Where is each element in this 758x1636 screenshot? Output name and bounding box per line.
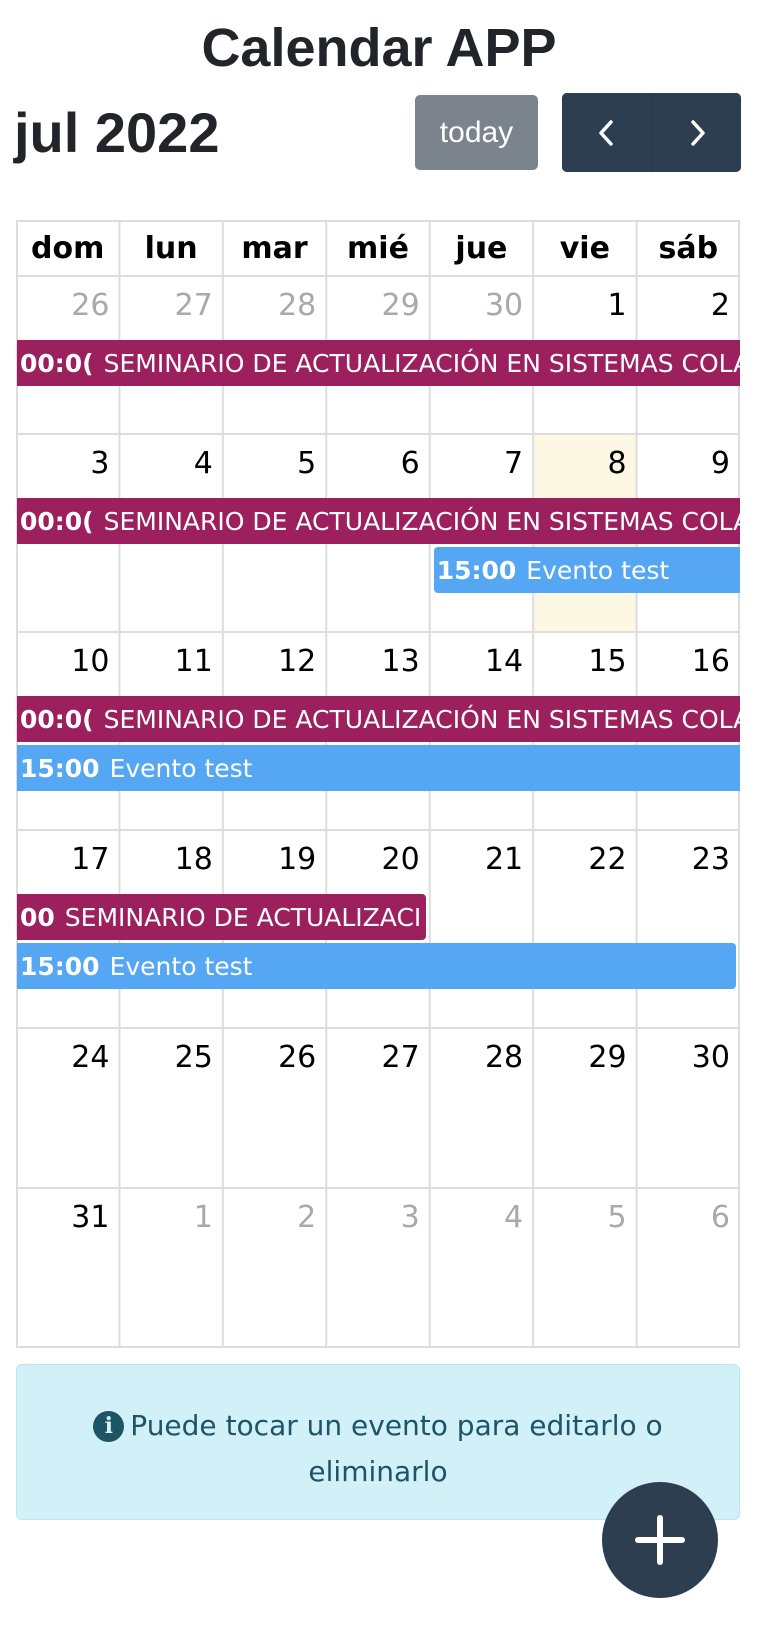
day-number[interactable]: 23 — [637, 842, 730, 878]
day-number[interactable]: 6 — [326, 446, 420, 482]
month-title: jul 2022 — [14, 101, 220, 164]
day-number[interactable]: 10 — [16, 644, 109, 680]
day-number[interactable]: 27 — [119, 288, 213, 324]
event-time: 15:00 — [20, 753, 100, 783]
plus-icon — [635, 1515, 685, 1565]
today-button[interactable]: today — [415, 95, 538, 170]
info-text: Puede tocar un evento para editarlo o el… — [130, 1409, 663, 1488]
calendar-event[interactable]: 00:0( SEMINARIO DE ACTUALIZACIÓN EN SISTE… — [17, 340, 740, 386]
day-number[interactable]: 31 — [16, 1200, 109, 1236]
calendar-event[interactable]: 15:00 Evento test — [433, 547, 740, 593]
weekday-header: mar — [241, 230, 308, 266]
calendar-event[interactable]: 00:0( SEMINARIO DE ACTUALIZACIÓN EN SISTE… — [17, 696, 740, 742]
day-number[interactable]: 20 — [326, 842, 420, 878]
day-number[interactable]: 7 — [430, 446, 523, 482]
day-number[interactable]: 30 — [637, 1040, 730, 1076]
weekday-header: jue — [455, 230, 508, 266]
day-number[interactable]: 1 — [533, 288, 626, 324]
day-number[interactable]: 26 — [16, 288, 109, 324]
day-number[interactable]: 11 — [119, 644, 213, 680]
day-number[interactable]: 5 — [223, 446, 316, 482]
day-number[interactable]: 12 — [223, 644, 316, 680]
calendar-event[interactable]: 15:00 Evento test — [17, 745, 740, 791]
event-title: SEMINARIO DE ACTUALIZACIÓN EN SISTEMAS C… — [103, 506, 740, 536]
app-title: Calendar APP — [201, 18, 557, 78]
nav-button-group — [562, 93, 741, 172]
weekday-header: dom — [31, 230, 105, 266]
day-number[interactable]: 14 — [430, 644, 523, 680]
calendar-event[interactable]: 00 SEMINARIO DE ACTUALIZACI — [17, 894, 426, 940]
day-number[interactable]: 15 — [533, 644, 626, 680]
day-number[interactable]: 29 — [326, 288, 420, 324]
day-number[interactable]: 1 — [119, 1200, 213, 1236]
day-number[interactable]: 26 — [223, 1040, 316, 1076]
event-title: SEMINARIO DE ACTUALIZACIÓN EN SISTEMAS C… — [103, 704, 740, 734]
day-number[interactable]: 18 — [119, 842, 213, 878]
info-icon: i — [93, 1411, 125, 1442]
day-number[interactable]: 30 — [430, 288, 523, 324]
event-title: Evento test — [109, 753, 253, 783]
day-number[interactable]: 5 — [533, 1200, 626, 1236]
day-number[interactable]: 21 — [430, 842, 523, 878]
prev-month-button[interactable] — [562, 93, 651, 172]
event-title: SEMINARIO DE ACTUALIZACI — [64, 902, 422, 932]
day-number[interactable]: 2 — [223, 1200, 316, 1236]
day-number[interactable]: 27 — [326, 1040, 420, 1076]
calendar-event[interactable]: 15:00 Evento test — [17, 943, 736, 989]
weekday-header: vie — [559, 230, 610, 266]
weekday-header: lun — [144, 230, 198, 266]
day-number[interactable]: 29 — [533, 1040, 626, 1076]
event-title: SEMINARIO DE ACTUALIZACIÓN EN SISTEMAS C… — [103, 348, 740, 378]
day-number[interactable]: 16 — [637, 644, 730, 680]
event-time: 00:0( — [20, 506, 94, 536]
event-title: Evento test — [109, 951, 253, 981]
day-number[interactable]: 4 — [430, 1200, 523, 1236]
day-number[interactable]: 19 — [223, 842, 316, 878]
day-number[interactable]: 28 — [430, 1040, 523, 1076]
next-month-button[interactable] — [651, 93, 741, 172]
event-time: 15:00 — [436, 555, 517, 585]
day-number[interactable]: 24 — [16, 1040, 109, 1076]
event-title: Evento test — [526, 555, 670, 585]
month-calendar-grid: dom lun mar mié jue vie sáb 26 27 28 29 30 1 2 3 4 5 6 7 8 9… — [16, 220, 740, 1348]
day-number[interactable]: 9 — [637, 446, 730, 482]
event-time: 00:0( — [20, 704, 94, 734]
day-number[interactable]: 28 — [223, 288, 316, 324]
day-number[interactable]: 3 — [16, 446, 109, 482]
add-event-button[interactable] — [602, 1482, 718, 1598]
day-number[interactable]: 25 — [119, 1040, 213, 1076]
event-time: 00 — [20, 902, 55, 932]
weekday-header: mié — [347, 230, 409, 266]
weekday-header: sáb — [658, 230, 719, 266]
day-number[interactable]: 2 — [637, 288, 730, 324]
day-number[interactable]: 4 — [119, 446, 213, 482]
day-number[interactable]: 17 — [16, 842, 109, 878]
day-number[interactable]: 13 — [326, 644, 420, 680]
event-time: 00:0( — [20, 348, 94, 378]
event-time: 15:00 — [20, 951, 100, 981]
chevron-left-icon — [598, 119, 613, 146]
day-number[interactable]: 6 — [637, 1200, 730, 1236]
day-number[interactable]: 8 — [533, 446, 626, 482]
chevron-right-icon — [690, 119, 705, 146]
calendar-event[interactable]: 00:0( SEMINARIO DE ACTUALIZACIÓN EN SISTE… — [17, 498, 740, 544]
day-number[interactable]: 22 — [533, 842, 626, 878]
day-number[interactable]: 3 — [326, 1200, 420, 1236]
